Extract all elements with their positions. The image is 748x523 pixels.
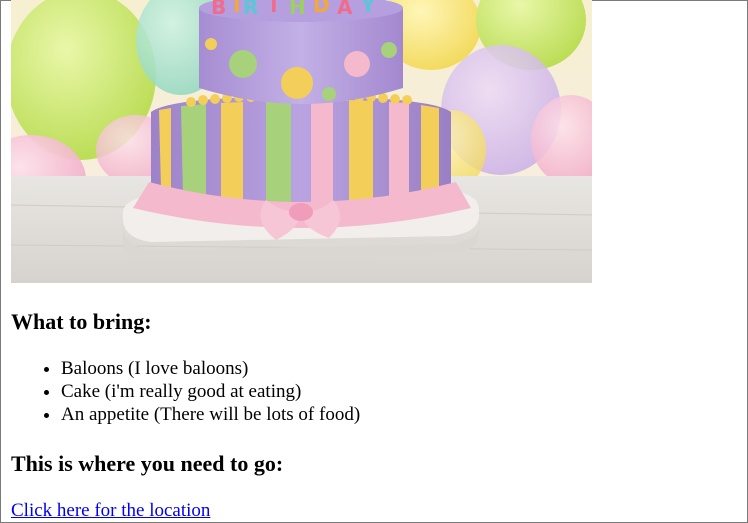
list-item: An appetite (There will be lots of food) xyxy=(61,403,360,426)
bring-list: Baloons (I love baloons) Cake (i'm reall… xyxy=(11,357,360,426)
location-link[interactable]: Click here for the location xyxy=(11,499,210,523)
svg-text:A: A xyxy=(337,0,353,19)
list-item: Cake (i'm really good at eating) xyxy=(61,380,360,403)
list-item: Baloons (I love baloons) xyxy=(61,357,360,380)
svg-text:I: I xyxy=(233,0,240,17)
svg-text:H: H xyxy=(289,0,306,19)
svg-text:T: T xyxy=(267,0,281,17)
svg-text:D: D xyxy=(313,0,330,17)
svg-text:Y: Y xyxy=(360,0,376,17)
svg-text:R: R xyxy=(243,0,258,19)
birthday-cake-image: B I R T H D A Y xyxy=(11,0,592,283)
page-content: B I R T H D A Y What to bring: Baloons (… xyxy=(11,0,741,521)
what-to-bring-heading: What to bring: xyxy=(11,309,152,334)
where-to-go-heading: This is where you need to go: xyxy=(11,451,284,476)
svg-text:B: B xyxy=(211,0,226,19)
